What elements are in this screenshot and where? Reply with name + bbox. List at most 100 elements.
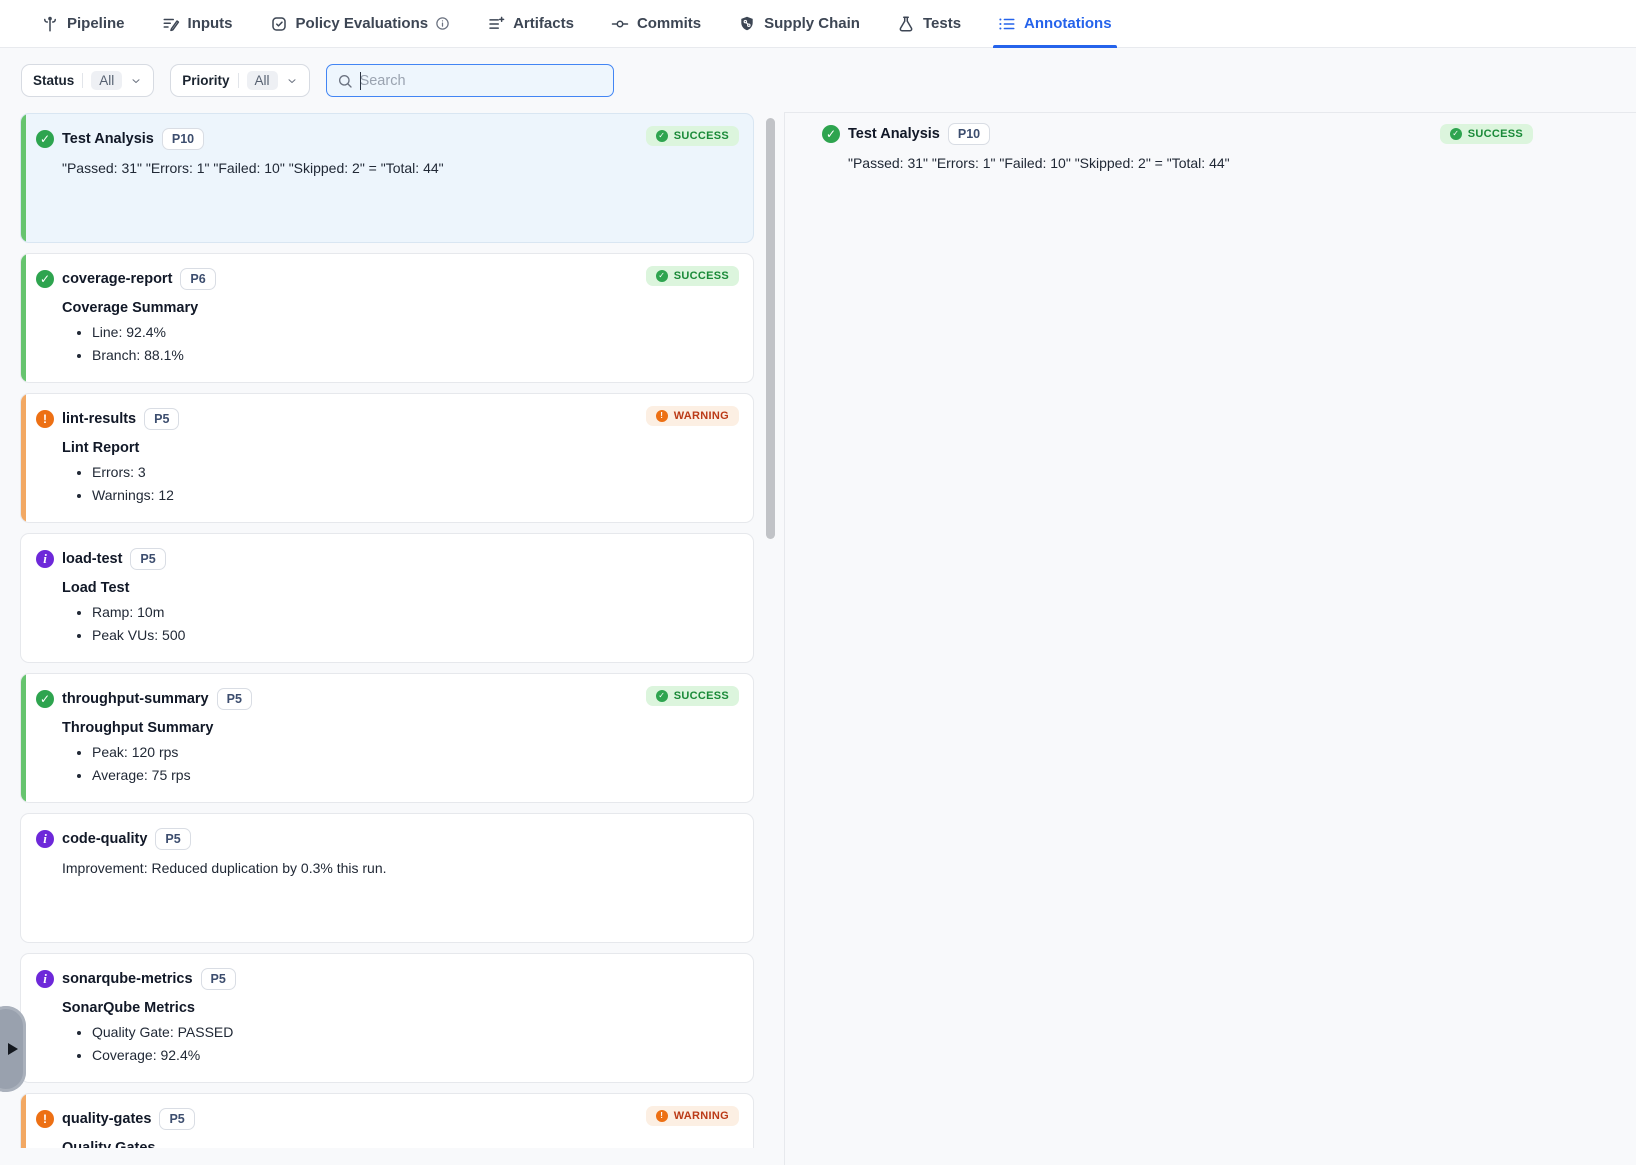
status-filter-dropdown[interactable]: Status All bbox=[21, 64, 154, 97]
bullet-item: Quality Gate: PASSED bbox=[92, 1021, 739, 1044]
priority-badge: P10 bbox=[948, 123, 990, 145]
card-body: "Passed: 31" "Errors: 1" "Failed: 10" "S… bbox=[62, 160, 739, 176]
priority-badge: P10 bbox=[162, 128, 204, 150]
expand-arrow-icon bbox=[8, 1043, 18, 1055]
supply-chain-icon bbox=[738, 15, 756, 33]
commits-icon bbox=[611, 15, 629, 33]
status-badge-label: SUCCESS bbox=[674, 690, 729, 702]
card-accent bbox=[21, 674, 26, 802]
annotation-heading: Quality Gates bbox=[62, 1140, 739, 1148]
info-icon bbox=[435, 16, 450, 31]
artifacts-icon bbox=[487, 15, 505, 33]
bullet-item: Peak VUs: 500 bbox=[92, 624, 739, 647]
annotation-text: Improvement: Reduced duplication by 0.3%… bbox=[62, 860, 739, 876]
status-badge-label: SUCCESS bbox=[1468, 128, 1523, 140]
tab-label: Pipeline bbox=[67, 15, 125, 32]
chevron-down-icon bbox=[286, 75, 298, 87]
card-body: Throughput Summary Peak: 120 rpsAverage:… bbox=[62, 720, 739, 787]
annotation-heading: Load Test bbox=[62, 580, 739, 596]
annotation-card-test-analysis[interactable]: Test Analysis P10 SUCCESS "Passed: 31" "… bbox=[20, 113, 754, 243]
search-icon bbox=[337, 73, 353, 89]
tab-pipeline[interactable]: Pipeline bbox=[41, 0, 125, 47]
card-accent bbox=[21, 1094, 26, 1148]
card-body: Load Test Ramp: 10mPeak VUs: 500 bbox=[62, 580, 739, 647]
tab-bar: Pipeline Inputs Policy Evaluations Artif… bbox=[0, 0, 1636, 48]
tab-inputs[interactable]: Inputs bbox=[162, 0, 233, 47]
tab-policy-evaluations[interactable]: Policy Evaluations bbox=[270, 0, 451, 47]
info-status-icon bbox=[36, 550, 54, 568]
card-body: Lint Report Errors: 3Warnings: 12 bbox=[62, 440, 739, 507]
status-badge-icon bbox=[1450, 128, 1462, 140]
list-scrollbar[interactable] bbox=[766, 118, 775, 539]
expand-panel-handle[interactable] bbox=[0, 1006, 26, 1092]
detail-title: Test Analysis bbox=[848, 126, 940, 142]
tab-supply-chain[interactable]: Supply Chain bbox=[738, 0, 860, 47]
tab-label: Tests bbox=[923, 15, 961, 32]
card-body: Improvement: Reduced duplication by 0.3%… bbox=[62, 860, 739, 876]
bullet-item: Average: 75 rps bbox=[92, 764, 739, 787]
tests-icon bbox=[897, 15, 915, 33]
annotation-card-sonarqube-metrics[interactable]: sonarqube-metrics P5 SonarQube Metrics Q… bbox=[20, 953, 754, 1083]
annotation-heading: Throughput Summary bbox=[62, 720, 739, 736]
bullet-item: Ramp: 10m bbox=[92, 601, 739, 624]
warning-status-icon bbox=[36, 1110, 54, 1128]
status-badge-label: WARNING bbox=[674, 410, 729, 422]
tab-commits[interactable]: Commits bbox=[611, 0, 701, 47]
annotation-card-code-quality[interactable]: code-quality P5 Improvement: Reduced dup… bbox=[20, 813, 754, 943]
divider bbox=[82, 73, 83, 88]
card-header: quality-gates P5 WARNING bbox=[36, 1107, 739, 1131]
card-header: lint-results P5 WARNING bbox=[36, 407, 739, 431]
status-badge-label: WARNING bbox=[674, 1110, 729, 1122]
status-badge: WARNING bbox=[646, 406, 739, 426]
divider bbox=[238, 73, 239, 88]
status-badge: SUCCESS bbox=[646, 266, 739, 286]
tab-label: Commits bbox=[637, 15, 701, 32]
card-body: Coverage Summary Line: 92.4%Branch: 88.1… bbox=[62, 300, 739, 367]
priority-filter-dropdown[interactable]: Priority All bbox=[170, 64, 309, 97]
tab-label: Supply Chain bbox=[764, 15, 860, 32]
annotation-card-lint-results[interactable]: lint-results P5 WARNING Lint Report Erro… bbox=[20, 393, 754, 523]
priority-badge: P6 bbox=[180, 268, 215, 290]
card-body: SonarQube Metrics Quality Gate: PASSEDCo… bbox=[62, 1000, 739, 1067]
card-header: code-quality P5 bbox=[36, 827, 739, 851]
annotation-title: sonarqube-metrics bbox=[62, 971, 193, 987]
annotation-title: Test Analysis bbox=[62, 131, 154, 147]
tab-artifacts[interactable]: Artifacts bbox=[487, 0, 574, 47]
tab-annotations[interactable]: Annotations bbox=[998, 0, 1112, 47]
bullet-item: Errors: 3 bbox=[92, 461, 739, 484]
chevron-down-icon bbox=[130, 75, 142, 87]
status-badge: SUCCESS bbox=[646, 686, 739, 706]
annotation-heading: Lint Report bbox=[62, 440, 739, 456]
bullet-item: Peak: 120 rps bbox=[92, 741, 739, 764]
status-badge-icon bbox=[656, 1110, 668, 1122]
priority-badge: P5 bbox=[155, 828, 190, 850]
annotation-title: quality-gates bbox=[62, 1111, 151, 1127]
bullet-item: Coverage: 92.4% bbox=[92, 1044, 739, 1067]
scrollbar-thumb[interactable] bbox=[766, 118, 775, 539]
card-accent bbox=[21, 534, 26, 662]
tab-label: Artifacts bbox=[513, 15, 574, 32]
filter-row: Status All Priority All bbox=[21, 64, 614, 97]
annotation-bullets: Errors: 3Warnings: 12 bbox=[62, 461, 739, 507]
status-badge: SUCCESS bbox=[646, 126, 739, 146]
text-cursor bbox=[360, 72, 362, 90]
tab-label: Inputs bbox=[188, 15, 233, 32]
annotation-title: load-test bbox=[62, 551, 122, 567]
tab-label: Policy Evaluations bbox=[296, 15, 429, 32]
card-accent bbox=[21, 114, 26, 242]
annotation-title: lint-results bbox=[62, 411, 136, 427]
priority-badge: P5 bbox=[201, 968, 236, 990]
status-badge-icon bbox=[656, 690, 668, 702]
tab-tests[interactable]: Tests bbox=[897, 0, 961, 47]
card-header: Test Analysis P10 SUCCESS bbox=[36, 127, 739, 151]
annotation-card-quality-gates[interactable]: quality-gates P5 WARNING Quality Gates bbox=[20, 1093, 754, 1148]
annotation-card-load-test[interactable]: load-test P5 Load Test Ramp: 10mPeak VUs… bbox=[20, 533, 754, 663]
search-input[interactable] bbox=[360, 73, 603, 89]
annotation-title: coverage-report bbox=[62, 271, 172, 287]
annotation-detail-pane: Test Analysis P10 SUCCESS "Passed: 31" "… bbox=[785, 112, 1636, 1165]
card-header: sonarqube-metrics P5 bbox=[36, 967, 739, 991]
annotation-card-throughput-summary[interactable]: throughput-summary P5 SUCCESS Throughput… bbox=[20, 673, 754, 803]
success-status-icon bbox=[36, 690, 54, 708]
annotation-heading: SonarQube Metrics bbox=[62, 1000, 739, 1016]
annotation-card-coverage-report[interactable]: coverage-report P6 SUCCESS Coverage Summ… bbox=[20, 253, 754, 383]
